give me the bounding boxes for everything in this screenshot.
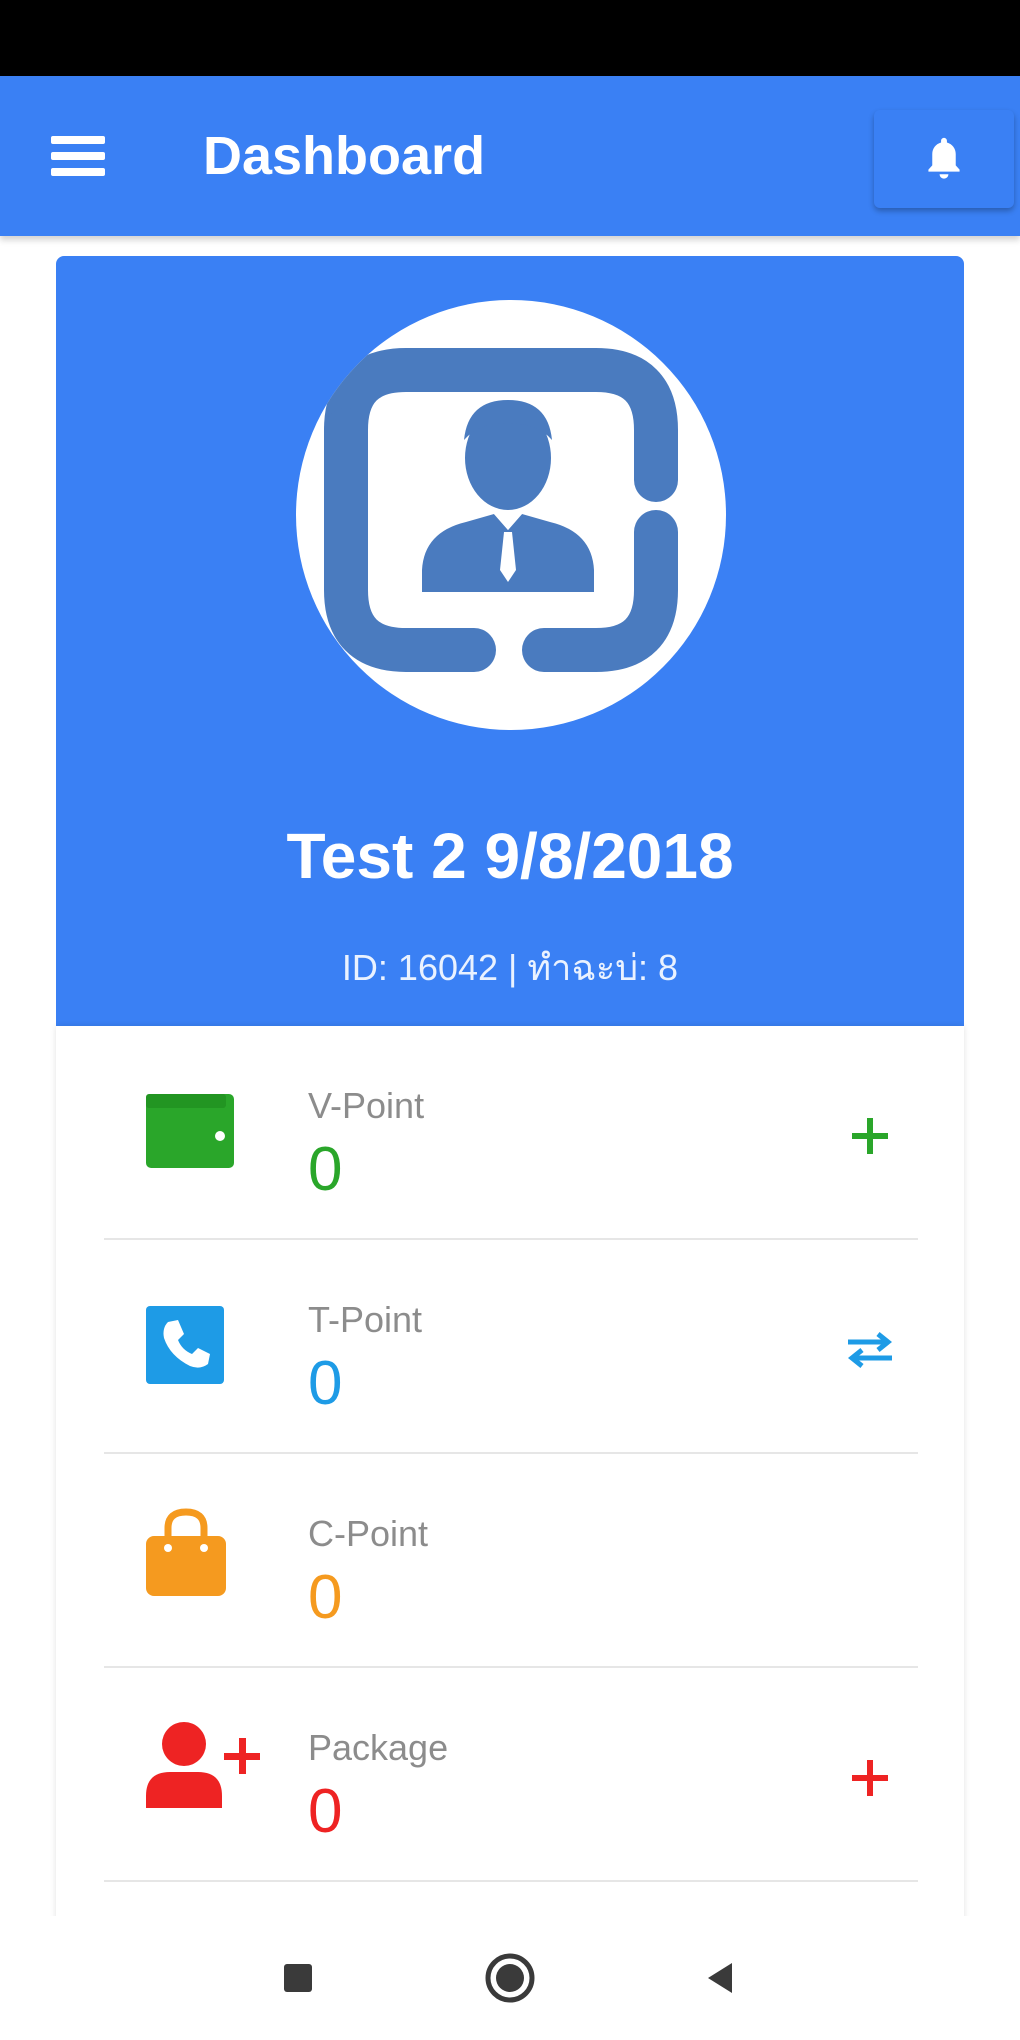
system-nav-bar [0,1916,1020,2040]
profile-card: Test 2 9/8/2018 ID: 16042 | ทำฉะบ่: 8 [56,256,964,1026]
transfer-icon [847,1332,893,1368]
menu-button[interactable] [38,116,118,196]
point-label: C-Point [308,1513,429,1554]
shopping-bag-icon [144,1506,228,1603]
notifications-button[interactable] [874,110,1014,208]
add-v-point-button[interactable] [838,1104,902,1168]
point-value: 0 [308,1135,343,1204]
list-item-v-point[interactable]: V-Point 0 [104,1026,918,1240]
add-user-icon [144,1718,262,1815]
point-label: Package [308,1727,449,1768]
circle-icon [485,1953,535,2003]
avatar[interactable] [296,300,726,730]
back-triangle-icon [708,1963,732,1993]
add-package-button[interactable] [838,1746,902,1810]
home-button[interactable] [478,1946,542,2010]
recents-button[interactable] [266,1946,330,2010]
point-value: 0 [308,1349,343,1418]
status-bar [0,0,1020,76]
point-label: V-Point [308,1085,425,1126]
hamburger-menu-icon [51,136,105,176]
list-item-package[interactable]: Package 0 [104,1668,918,1882]
plus-icon [852,1118,888,1154]
list-item-c-point[interactable]: C-Point 0 [104,1454,918,1668]
profile-name: Test 2 9/8/2018 [286,820,734,892]
point-label: T-Point [308,1299,423,1340]
square-icon [284,1964,312,1992]
back-button[interactable] [688,1946,752,2010]
profile-meta: ID: 16042 | ทำฉะบ่: 8 [341,947,679,988]
dashboard-content[interactable]: Test 2 9/8/2018 ID: 16042 | ทำฉะบ่: 8 V-… [0,236,1020,1916]
wallet-icon [144,1090,236,1175]
plus-icon [852,1760,888,1796]
transfer-t-point-button[interactable] [838,1318,902,1382]
point-value: 0 [308,1777,343,1846]
points-list: V-Point 0 T-Point 0 C-Point 0 Package 0 [56,1026,964,1916]
phone-icon [144,1304,226,1391]
page-title: Dashboard [203,126,486,186]
app-bar: Dashboard [0,76,1020,236]
bell-icon [928,137,960,179]
point-value: 0 [308,1563,343,1632]
user-profile-icon [324,348,678,672]
list-item-t-point[interactable]: T-Point 0 [104,1240,918,1454]
